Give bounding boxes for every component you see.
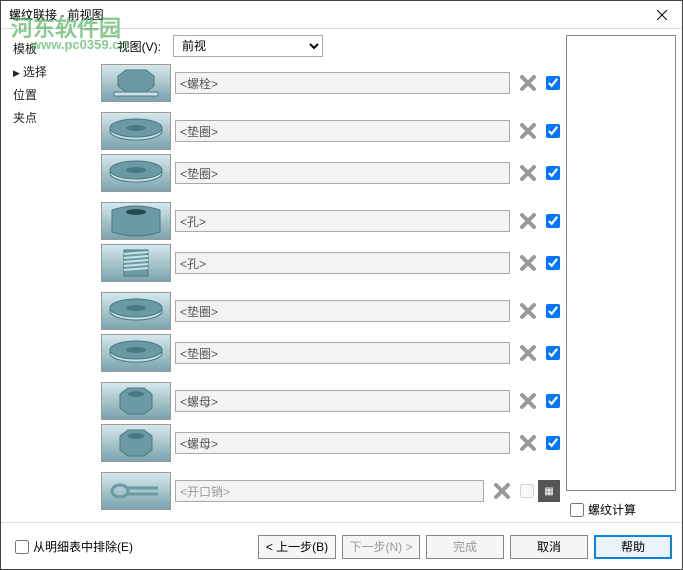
- close-button[interactable]: [642, 2, 682, 28]
- calculator-button[interactable]: ▦: [538, 480, 560, 502]
- cancel-button[interactable]: 取消: [510, 535, 588, 559]
- calculator-icon: ▦: [544, 486, 553, 497]
- washer-thumb[interactable]: [101, 154, 171, 192]
- x-icon: [519, 254, 537, 272]
- footer: 从明细表中排除(E) < 上一步(B) 下一步(N) > 完成 取消 帮助: [1, 522, 682, 570]
- x-icon: [519, 122, 537, 140]
- window-title: 螺纹联接 - 前视图: [9, 6, 104, 23]
- washer-thumb[interactable]: [101, 334, 171, 372]
- part-input[interactable]: [175, 390, 510, 412]
- part-checkbox[interactable]: [546, 256, 560, 270]
- part-row: [101, 381, 560, 421]
- washer-thumb[interactable]: [101, 292, 171, 330]
- delete-button: [488, 477, 516, 505]
- part-input[interactable]: [175, 72, 510, 94]
- back-button[interactable]: < 上一步(B): [258, 535, 336, 559]
- preview-box: [566, 35, 676, 491]
- title-bar: 螺纹联接 - 前视图: [1, 1, 682, 29]
- part-input[interactable]: [175, 300, 510, 322]
- delete-button[interactable]: [514, 249, 542, 277]
- x-icon: [493, 482, 511, 500]
- thread-calc-label: 螺纹计算: [588, 501, 636, 518]
- part-input[interactable]: [175, 120, 510, 142]
- part-row: ▦: [101, 471, 560, 511]
- sidebar-item-template[interactable]: 模板: [13, 37, 101, 60]
- sidebar: 模板 选择 位置 夹点: [1, 29, 101, 522]
- pin-thumb[interactable]: [101, 472, 171, 510]
- part-row: [101, 291, 560, 331]
- bolt-thumb[interactable]: [101, 64, 171, 102]
- part-input[interactable]: [175, 342, 510, 364]
- part-checkbox[interactable]: [546, 124, 560, 138]
- delete-button[interactable]: [514, 207, 542, 235]
- delete-button[interactable]: [514, 117, 542, 145]
- part-checkbox[interactable]: [546, 436, 560, 450]
- view-select[interactable]: 前视: [173, 35, 323, 57]
- x-icon: [519, 74, 537, 92]
- next-button[interactable]: 下一步(N) >: [342, 535, 420, 559]
- part-row: [101, 201, 560, 241]
- part-checkbox[interactable]: [546, 394, 560, 408]
- thread-calc-checkbox[interactable]: [570, 503, 584, 517]
- part-checkbox[interactable]: [546, 346, 560, 360]
- part-row: [101, 63, 560, 103]
- finish-button[interactable]: 完成: [426, 535, 504, 559]
- part-input[interactable]: [175, 252, 510, 274]
- main-area: 模板 选择 位置 夹点 视图(V): 前视: [1, 29, 682, 522]
- x-icon: [519, 302, 537, 320]
- close-icon: [657, 10, 667, 20]
- view-label: 视图(V):: [101, 38, 161, 55]
- sidebar-item-grip[interactable]: 夹点: [13, 106, 101, 129]
- thread-calc-row[interactable]: 螺纹计算: [566, 497, 676, 522]
- x-icon: [519, 392, 537, 410]
- right-column: 螺纹计算: [566, 35, 676, 522]
- delete-button[interactable]: [514, 429, 542, 457]
- part-row: [101, 333, 560, 373]
- sidebar-item-position[interactable]: 位置: [13, 83, 101, 106]
- part-input[interactable]: [175, 432, 510, 454]
- delete-button[interactable]: [514, 387, 542, 415]
- part-checkbox[interactable]: [546, 166, 560, 180]
- parts-column: 视图(V): 前视: [101, 35, 560, 522]
- part-row: [101, 153, 560, 193]
- exclude-checkbox[interactable]: [15, 540, 29, 554]
- help-button[interactable]: 帮助: [594, 535, 672, 559]
- delete-button[interactable]: [514, 339, 542, 367]
- exclude-row[interactable]: 从明细表中排除(E): [11, 538, 133, 555]
- x-icon: [519, 434, 537, 452]
- exclude-label: 从明细表中排除(E): [33, 538, 133, 555]
- delete-button[interactable]: [514, 69, 542, 97]
- part-input[interactable]: [175, 162, 510, 184]
- delete-button[interactable]: [514, 159, 542, 187]
- part-checkbox[interactable]: [546, 214, 560, 228]
- sidebar-item-select[interactable]: 选择: [13, 60, 101, 83]
- part-checkbox[interactable]: [520, 484, 534, 498]
- x-icon: [519, 212, 537, 230]
- x-icon: [519, 164, 537, 182]
- nut-thumb[interactable]: [101, 382, 171, 420]
- view-row: 视图(V): 前视: [101, 35, 560, 57]
- part-input[interactable]: [175, 210, 510, 232]
- washer-thumb[interactable]: [101, 112, 171, 150]
- nut-thumb[interactable]: [101, 424, 171, 462]
- delete-button[interactable]: [514, 297, 542, 325]
- hole-thumb[interactable]: [101, 202, 171, 240]
- part-input[interactable]: [175, 480, 484, 502]
- part-row: [101, 111, 560, 151]
- part-row: [101, 243, 560, 283]
- thread-thumb[interactable]: [101, 244, 171, 282]
- x-icon: [519, 344, 537, 362]
- part-checkbox[interactable]: [546, 304, 560, 318]
- part-row: [101, 423, 560, 463]
- part-checkbox[interactable]: [546, 76, 560, 90]
- content: 视图(V): 前视: [101, 29, 682, 522]
